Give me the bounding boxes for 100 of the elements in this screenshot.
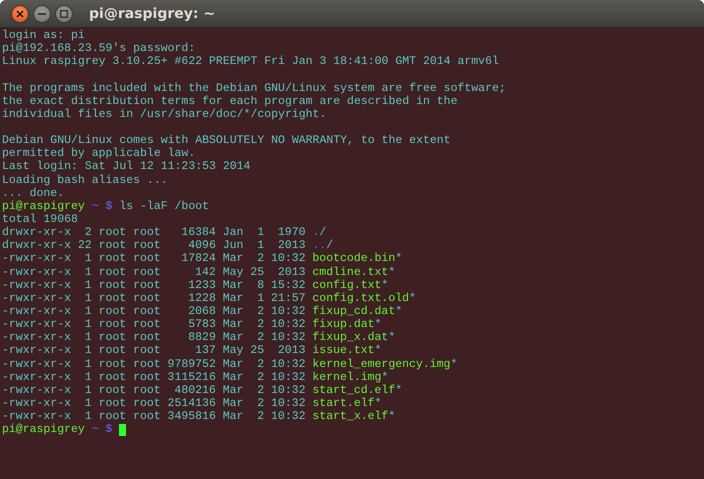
size-cell-text: 1233 (187, 278, 216, 292)
permissions-cell: drwxr-xr-x (2, 226, 71, 240)
time-cell-text: 2013 (276, 266, 306, 279)
owner-cell: root (98, 331, 126, 344)
month-cell: Jan (222, 226, 244, 240)
maximize-button[interactable] (55, 4, 73, 22)
time-cell: 10:32 (271, 318, 306, 332)
link-count-cell-text: 1 (84, 278, 92, 292)
close-button[interactable] (11, 4, 29, 22)
link-count-cell-text: 1 (84, 370, 92, 384)
day-cell: 25 (250, 266, 264, 279)
group-cell: root (133, 396, 161, 410)
link-count-cell-text: 2 (84, 226, 92, 240)
group-cell: root (133, 239, 161, 252)
day-cell-text: 1 (256, 226, 264, 240)
day-cell-text: 8 (256, 278, 264, 292)
size-cell: 2514136 (168, 396, 216, 410)
size-cell: 3495816 (168, 410, 216, 424)
window-title: pi@raspigrey: ~ (89, 6, 216, 22)
owner-cell: root (98, 384, 126, 397)
day-cell-text: 2 (256, 331, 264, 344)
link-count-cell-text: 1 (84, 344, 92, 358)
month-cell: Mar (222, 292, 244, 305)
file-name: ./ (312, 226, 326, 240)
file-name: start_cd.elf* (312, 384, 402, 397)
group-cell: root (133, 304, 161, 318)
owner-cell: root (98, 344, 126, 358)
day-cell-text: 2 (256, 410, 264, 424)
day-cell-text: 2 (256, 384, 264, 397)
group-cell: root (133, 252, 161, 266)
prompt-directory: ~ (92, 200, 99, 213)
size-cell: 3115216 (168, 370, 216, 384)
permissions-cell: -rwxr-xr-x (2, 292, 71, 305)
file-name: fixup_cd.dat* (312, 304, 402, 318)
terminal-line: Debian GNU/Linux comes with ABSOLUTELY NO WARRANTY, to the extent (2, 134, 451, 148)
month-cell: May (222, 344, 244, 358)
time-cell: 10:32 (271, 304, 306, 318)
owner-cell: root (98, 278, 126, 292)
link-count-cell-text: 1 (84, 292, 92, 305)
file-name: issue.txt* (312, 344, 382, 358)
file-name: kernel.img* (312, 370, 388, 384)
time-cell: 10:32 (271, 396, 306, 410)
link-count-cell-text: 1 (84, 396, 92, 410)
month-cell: Jun (222, 239, 244, 252)
month-cell: Mar (222, 384, 244, 397)
file-name: start.elf* (312, 396, 382, 410)
prompt-directory: ~ (92, 423, 99, 436)
minimize-icon (38, 12, 46, 14)
size-cell-text: 8829 (187, 331, 216, 344)
maximize-icon (60, 10, 68, 18)
group-cell: root (133, 278, 161, 292)
month-cell: Mar (222, 410, 244, 424)
prompt-symbol: $ (106, 200, 112, 213)
time-cell: 15:32 (271, 278, 306, 292)
owner-cell: root (98, 396, 126, 410)
permissions-cell: -rwxr-xr-x (2, 266, 71, 279)
day-cell-text: 2 (256, 396, 264, 410)
day-cell-text: 2 (256, 318, 264, 332)
month-cell: Mar (222, 252, 244, 266)
link-count-cell: 22 (78, 239, 92, 252)
file-name: start_x.elf* (312, 410, 396, 424)
time-cell: 10:32 (271, 410, 306, 424)
month-cell: Mar (222, 278, 244, 292)
terminal-line: The programs included with the Debian GNU/Linux system are free software; (2, 82, 506, 95)
permissions-cell: -rwxr-xr-x (2, 384, 71, 397)
owner-cell: root (98, 304, 126, 318)
group-cell: root (133, 344, 161, 358)
terminal-line: the exact distribution terms for each program are described in the (2, 94, 458, 108)
terminal-line: individual files in /usr/share/doc/*/copyright. (2, 108, 326, 121)
size-cell-text: 137 (194, 344, 216, 358)
size-cell-text: 4096 (187, 239, 216, 252)
group-cell: root (133, 331, 161, 344)
link-count-cell-text: 1 (84, 358, 92, 371)
group-cell: root (133, 266, 161, 279)
link-count-cell-text: 1 (84, 331, 92, 344)
month-cell: Mar (222, 318, 244, 332)
size-cell-text: 2068 (187, 304, 216, 318)
time-cell-text: 1970 (276, 226, 306, 240)
owner-cell: root (98, 370, 126, 384)
permissions-cell: -rwxr-xr-x (2, 304, 71, 318)
minimize-button[interactable] (33, 4, 51, 22)
owner-cell: root (98, 266, 126, 279)
file-name: config.txt.old* (312, 292, 416, 305)
month-cell: Mar (222, 370, 244, 384)
time-cell: 10:32 (271, 370, 306, 384)
group-cell: root (133, 384, 161, 397)
file-name: bootcode.bin* (312, 252, 402, 266)
permissions-cell: -rwxr-xr-x (2, 358, 71, 371)
permissions-cell: -rwxr-xr-x (2, 252, 71, 266)
permissions-cell: -rwxr-xr-x (2, 344, 71, 358)
day-cell: 25 (250, 344, 264, 358)
prompt-user-host: pi@raspigrey (2, 423, 85, 436)
size-cell-text: 17824 (180, 252, 216, 266)
month-cell: Mar (222, 304, 244, 318)
file-name: ../ (312, 239, 334, 252)
group-cell: root (133, 410, 161, 424)
link-count-cell-text: 1 (84, 410, 92, 424)
size-cell: 9789752 (168, 358, 216, 371)
permissions-cell: -rwxr-xr-x (2, 278, 71, 292)
link-count-cell-text: 1 (84, 384, 92, 397)
